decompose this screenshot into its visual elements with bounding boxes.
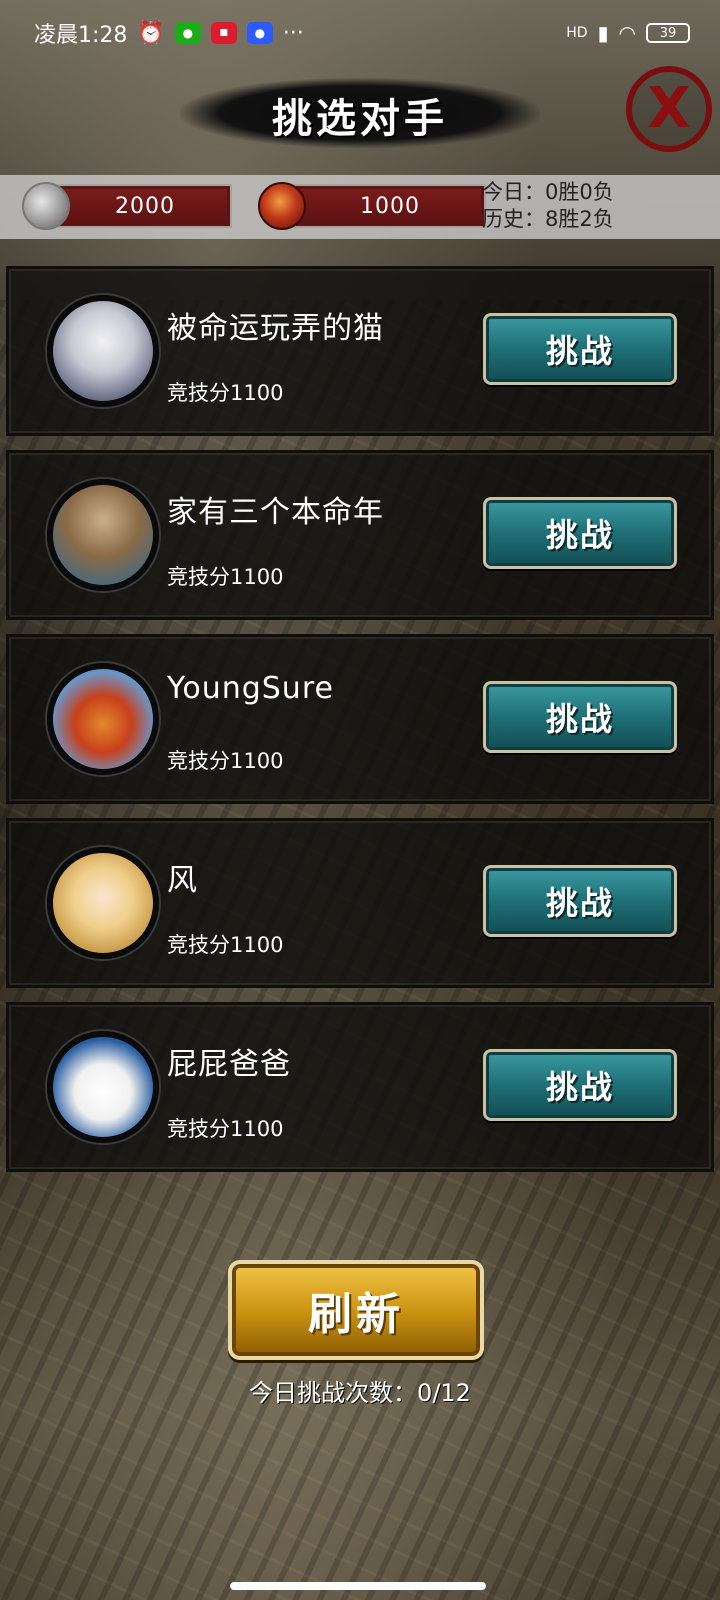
opponent-score: 竞技分1100 [167, 381, 284, 405]
challenge-button[interactable]: 挑战 [483, 865, 677, 937]
opponent-name: 被命运玩弄的猫 [167, 311, 384, 346]
resource-bar: 2000 1000 今日：0胜0负 历史：8胜2负 [0, 175, 720, 239]
honor-value: 1000 [294, 184, 486, 228]
opponent-name: 屁屁爸爸 [167, 1047, 291, 1082]
coins-icon [22, 182, 70, 230]
battery-level: 39 [659, 25, 677, 41]
challenge-button[interactable]: 挑战 [483, 497, 677, 569]
record-today: 今日：0胜0负 [482, 180, 614, 204]
signal-icon: ▮ [597, 21, 609, 45]
wechat-icon: ● [174, 22, 201, 44]
opponent-card: 家有三个本命年 竞技分1100 挑战 [6, 450, 714, 620]
opponent-card: 风 竞技分1100 挑战 [6, 818, 714, 988]
opponent-name: 风 [167, 863, 198, 898]
home-indicator[interactable] [230, 1582, 486, 1590]
challenge-button[interactable]: 挑战 [483, 1049, 677, 1121]
status-right: HD ▮ ◠ 39 [566, 21, 690, 45]
close-button[interactable]: X [626, 66, 712, 152]
avatar [47, 295, 159, 407]
battery-icon: 39 [646, 23, 690, 43]
challenge-button[interactable]: 挑战 [483, 313, 677, 385]
network-label: HD [566, 25, 588, 41]
status-left: 凌晨1:28 ⏰ ● ■ ● ··· [34, 17, 304, 49]
challenge-button[interactable]: 挑战 [483, 681, 677, 753]
more-icon: ··· [282, 20, 304, 46]
opponent-card: 屁屁爸爸 竞技分1100 挑战 [6, 1002, 714, 1172]
avatar [47, 847, 159, 959]
opponent-card: 被命运玩弄的猫 竞技分1100 挑战 [6, 266, 714, 436]
avatar [47, 1031, 159, 1143]
opponent-name: YoungSure [167, 671, 334, 706]
opponent-score: 竞技分1100 [167, 749, 284, 773]
daily-challenge-count: 今日挑战次数：0/12 [249, 1379, 471, 1407]
alarm-icon: ⏰ [137, 20, 165, 46]
refresh-button[interactable]: 刷新 [228, 1260, 484, 1360]
record-history: 历史：8胜2负 [482, 207, 614, 231]
coins-value: 2000 [58, 184, 232, 228]
baidu-icon: ● [246, 22, 273, 44]
opponent-score: 竞技分1100 [167, 1117, 284, 1141]
status-time: 凌晨1:28 [34, 23, 128, 48]
dragon-icon [258, 182, 306, 230]
battle-record: 今日：0胜0负 历史：8胜2负 [482, 179, 614, 233]
coins-resource: 2000 [22, 182, 232, 230]
opponent-score: 竞技分1100 [167, 565, 284, 589]
app-icon: ■ [210, 22, 237, 44]
honor-resource: 1000 [258, 182, 486, 230]
opponent-score: 竞技分1100 [167, 933, 284, 957]
avatar [47, 663, 159, 775]
opponent-name: 家有三个本命年 [167, 495, 384, 530]
status-bar: 凌晨1:28 ⏰ ● ■ ● ··· HD ▮ ◠ 39 [0, 0, 720, 66]
opponent-card: YoungSure 竞技分1100 挑战 [6, 634, 714, 804]
opponent-list: 被命运玩弄的猫 竞技分1100 挑战 家有三个本命年 竞技分1100 挑战 Yo… [6, 266, 714, 1186]
close-icon: X [647, 76, 691, 141]
avatar [47, 479, 159, 591]
wifi-icon: ◠ [618, 21, 636, 45]
page-title: 挑选对手 [272, 96, 448, 142]
